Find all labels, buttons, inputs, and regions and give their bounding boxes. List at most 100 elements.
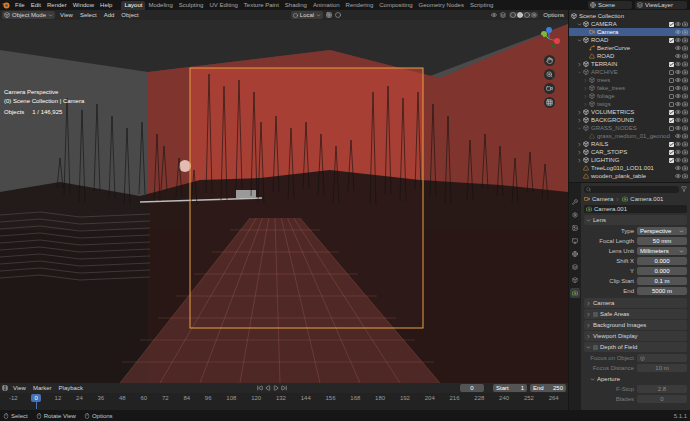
exclude-checkbox[interactable] bbox=[669, 62, 674, 67]
gizmo-button[interactable] bbox=[544, 69, 555, 80]
exclude-checkbox[interactable] bbox=[669, 110, 674, 115]
timeline-menu-item[interactable]: Marker bbox=[31, 383, 54, 393]
workspace-tab[interactable]: Modeling bbox=[145, 1, 175, 10]
eye-icon[interactable] bbox=[675, 149, 681, 155]
breadcrumb-item[interactable]: Camera.001 bbox=[630, 195, 663, 203]
play-reverse-icon[interactable] bbox=[265, 385, 271, 391]
workspace-tab[interactable]: Compositing bbox=[376, 1, 415, 10]
render-camera-icon[interactable] bbox=[682, 173, 688, 179]
datablock-field[interactable]: Camera.001 bbox=[584, 204, 687, 214]
eye-icon[interactable] bbox=[675, 117, 681, 123]
property-field[interactable]: 2.8 bbox=[637, 385, 687, 393]
frame-tick[interactable]: 228 bbox=[473, 394, 485, 402]
workspace-tab[interactable]: Texture Paint bbox=[241, 1, 282, 10]
playhead-line[interactable] bbox=[36, 402, 37, 409]
exclude-checkbox[interactable] bbox=[669, 94, 674, 99]
render-camera-icon[interactable] bbox=[682, 21, 688, 27]
frame-tick[interactable]: 144 bbox=[300, 394, 312, 402]
collapse-chevron-icon[interactable] bbox=[577, 118, 582, 123]
workspace-tab[interactable]: Rendering bbox=[343, 1, 377, 10]
outliner-row[interactable]: grass_medium_01_geonod bbox=[569, 132, 690, 140]
properties-tab[interactable] bbox=[570, 210, 580, 220]
outliner-row[interactable]: foliage bbox=[569, 92, 690, 100]
solid-shading-icon[interactable] bbox=[517, 12, 523, 18]
panel-checkbox[interactable] bbox=[593, 312, 598, 317]
panel-header[interactable]: Viewport Display bbox=[584, 331, 687, 341]
property-field[interactable]: 0 bbox=[637, 395, 687, 403]
properties-tab[interactable] bbox=[570, 223, 580, 233]
panel-header[interactable]: Camera bbox=[584, 298, 687, 308]
gizmo-button[interactable] bbox=[544, 97, 555, 108]
viewport-menu-item[interactable]: Add bbox=[102, 10, 117, 20]
panel-header[interactable]: Safe Areas bbox=[584, 309, 687, 319]
render-camera-icon[interactable] bbox=[682, 61, 688, 67]
property-field[interactable] bbox=[637, 354, 687, 362]
frame-tick[interactable]: 120 bbox=[250, 394, 262, 402]
frame-tick[interactable]: 0 bbox=[31, 394, 40, 409]
orientation-dropdown[interactable]: Local bbox=[291, 11, 323, 19]
frame-tick[interactable]: 204 bbox=[424, 394, 436, 402]
outliner-row[interactable]: fake_trees bbox=[569, 84, 690, 92]
snap-icon[interactable] bbox=[326, 12, 332, 18]
collapse-chevron-icon[interactable] bbox=[577, 62, 582, 67]
outliner-row[interactable]: wooden_plank_table bbox=[569, 172, 690, 180]
start-frame-field[interactable]: Start1 bbox=[493, 384, 527, 392]
render-camera-icon[interactable] bbox=[682, 109, 688, 115]
exclude-checkbox[interactable] bbox=[669, 158, 674, 163]
breadcrumb-item[interactable]: Camera bbox=[592, 195, 613, 203]
visibility-icon[interactable] bbox=[491, 12, 497, 18]
jump-start-icon[interactable] bbox=[257, 385, 263, 391]
jump-end-icon[interactable] bbox=[281, 385, 287, 391]
viewport-menu-item[interactable]: Object bbox=[119, 10, 140, 20]
exclude-checkbox[interactable] bbox=[669, 102, 674, 107]
outliner-row[interactable]: Camera bbox=[569, 28, 690, 36]
eye-icon[interactable] bbox=[675, 61, 681, 67]
outliner-row[interactable]: GRASS_NODES bbox=[569, 124, 690, 132]
frame-tick[interactable]: 108 bbox=[225, 394, 237, 402]
workspace-tab[interactable]: Sculpting bbox=[176, 1, 207, 10]
outliner-row[interactable]: CAR_STOPS bbox=[569, 148, 690, 156]
collapse-chevron-icon[interactable] bbox=[583, 94, 588, 99]
axis-gizmo-icon[interactable] bbox=[536, 26, 562, 52]
filter-icon[interactable] bbox=[681, 186, 687, 192]
panel-checkbox[interactable] bbox=[593, 345, 598, 350]
exclude-checkbox[interactable] bbox=[669, 142, 674, 147]
exclude-checkbox[interactable] bbox=[669, 22, 674, 27]
menu-item[interactable]: Window bbox=[70, 0, 97, 10]
editor-type-icon[interactable] bbox=[2, 385, 8, 391]
render-camera-icon[interactable] bbox=[682, 117, 688, 123]
eye-icon[interactable] bbox=[675, 101, 681, 107]
viewport-menu-item[interactable]: View bbox=[58, 10, 75, 20]
workspace-tab[interactable]: Geometry Nodes bbox=[416, 1, 467, 10]
eye-icon[interactable] bbox=[675, 45, 681, 51]
property-field[interactable]: 5000 m bbox=[637, 287, 687, 295]
outliner-row[interactable]: Scene Collection bbox=[569, 12, 690, 20]
eye-icon[interactable] bbox=[675, 173, 681, 179]
eye-icon[interactable] bbox=[675, 93, 681, 99]
properties-tab[interactable] bbox=[570, 249, 580, 259]
eye-icon[interactable] bbox=[675, 53, 681, 59]
frame-tick[interactable]: 252 bbox=[523, 394, 535, 402]
mode-dropdown[interactable]: Object Mode bbox=[2, 11, 55, 19]
expand-chevron-icon[interactable] bbox=[577, 38, 582, 43]
blender-logo-icon[interactable] bbox=[2, 1, 10, 9]
collapse-chevron-icon[interactable] bbox=[583, 86, 588, 91]
render-camera-icon[interactable] bbox=[682, 141, 688, 147]
render-camera-icon[interactable] bbox=[682, 133, 688, 139]
eye-icon[interactable] bbox=[675, 165, 681, 171]
properties-search[interactable] bbox=[584, 186, 679, 193]
outliner-row[interactable]: BACKGROUND bbox=[569, 116, 690, 124]
exclude-checkbox[interactable] bbox=[669, 38, 674, 43]
collapse-chevron-icon[interactable] bbox=[577, 142, 582, 147]
render-camera-icon[interactable] bbox=[682, 165, 688, 171]
render-camera-icon[interactable] bbox=[682, 85, 688, 91]
render-camera-icon[interactable] bbox=[682, 29, 688, 35]
collapse-chevron-icon[interactable] bbox=[577, 110, 582, 115]
workspace-tab[interactable]: Shading bbox=[282, 1, 310, 10]
proportional-icon[interactable] bbox=[335, 12, 341, 18]
eye-icon[interactable] bbox=[675, 125, 681, 131]
viewport[interactable]: Camera Perspective(0) Scene Collection |… bbox=[0, 20, 568, 383]
collapse-chevron-icon[interactable] bbox=[577, 150, 582, 155]
overlays-icon[interactable] bbox=[500, 12, 506, 18]
rendered-shading-icon[interactable] bbox=[531, 12, 537, 18]
